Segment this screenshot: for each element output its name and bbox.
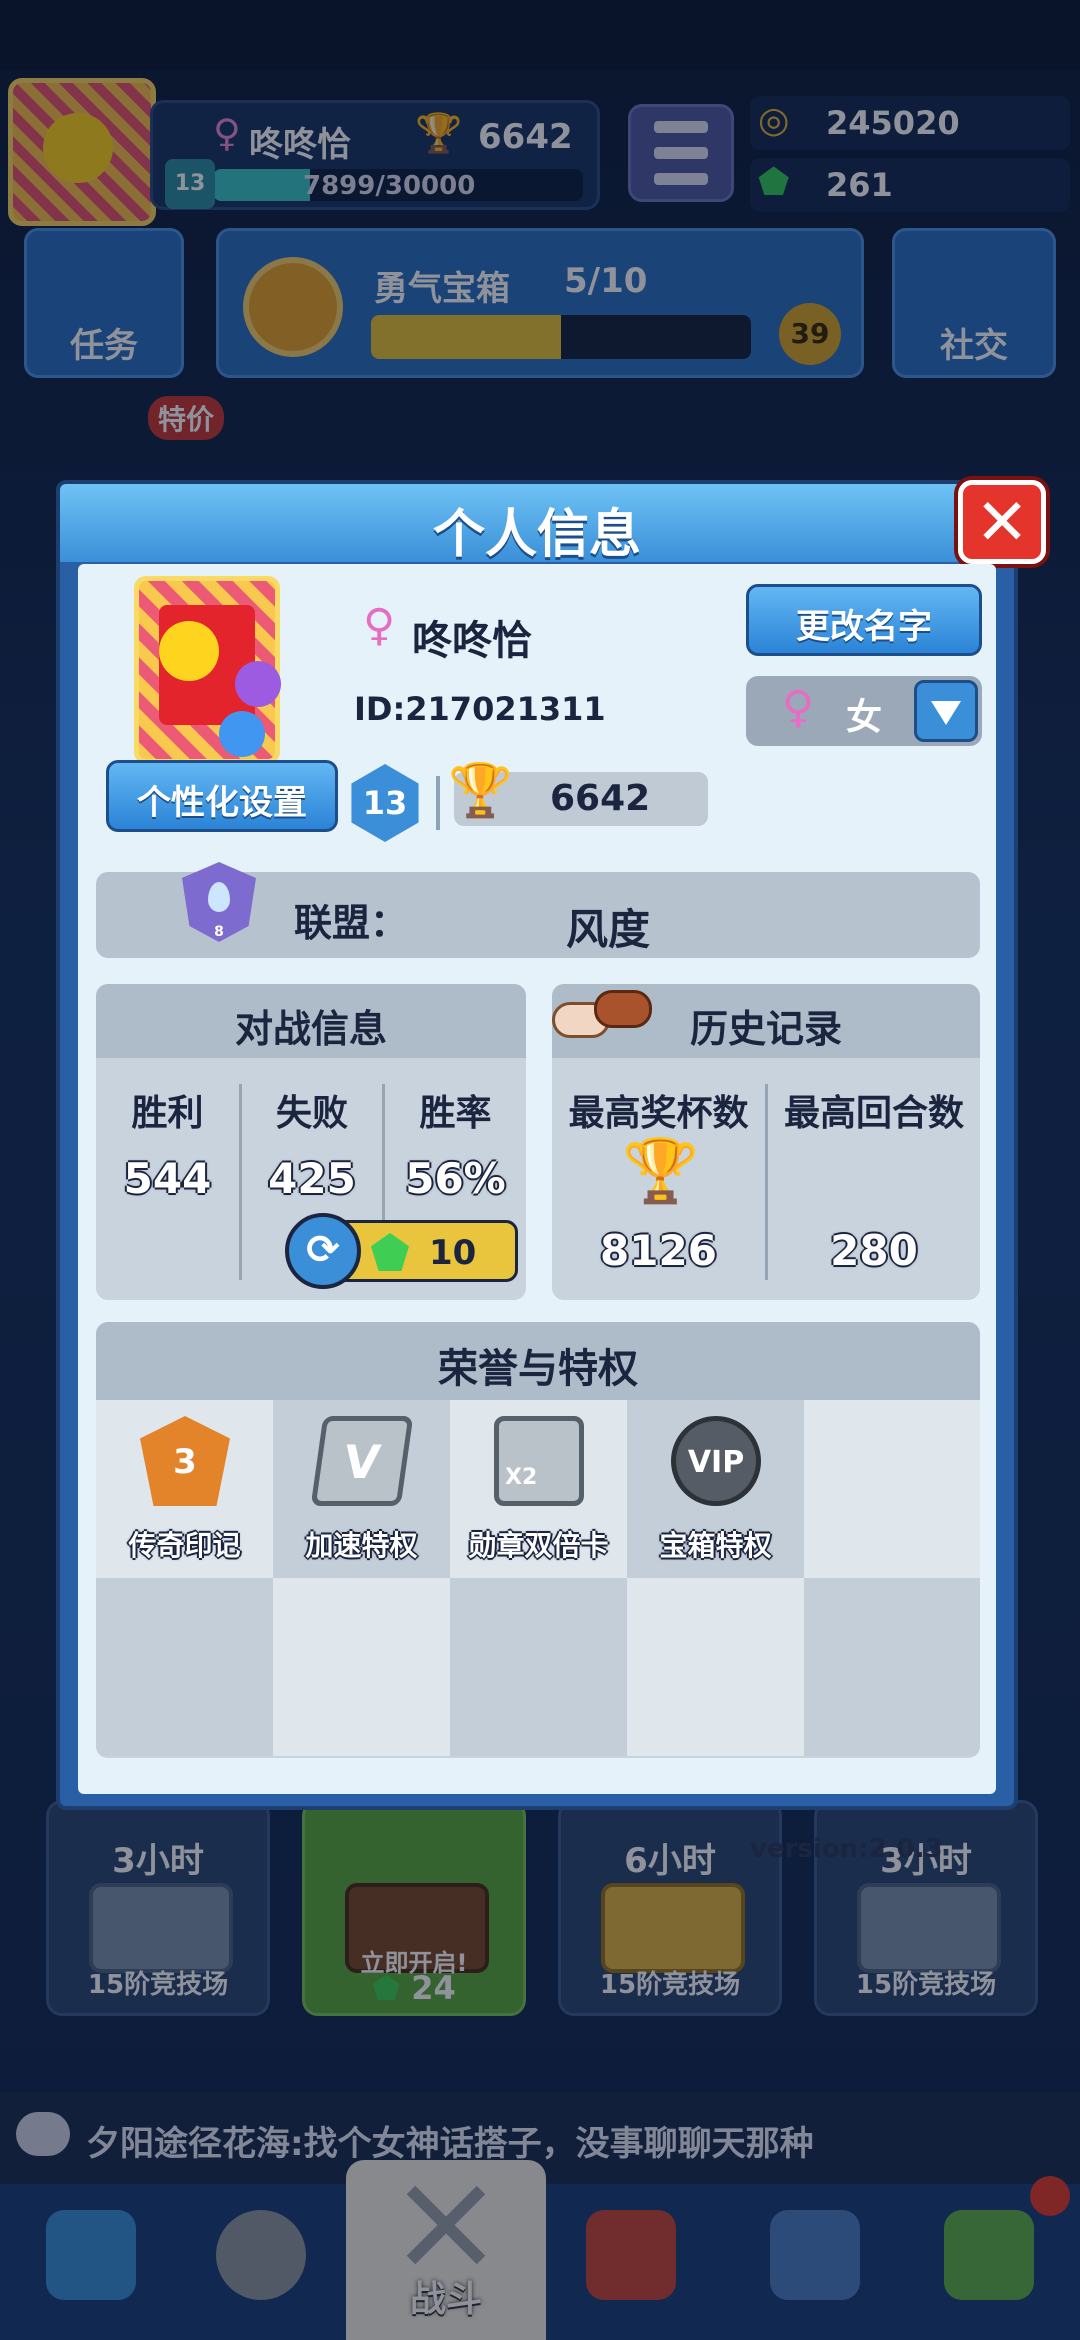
honor-empty-slot	[96, 1578, 273, 1756]
trophy-value: 6642	[550, 778, 651, 819]
refresh-icon: ⟳	[285, 1213, 361, 1289]
honor-label: 加速特权	[305, 1529, 418, 1562]
winrate-label: 胜率	[419, 1093, 492, 1134]
legend-badge-icon: 3	[140, 1416, 230, 1506]
battle-info-title: 对战信息	[234, 1007, 387, 1051]
gender-select[interactable]: ♀ 女	[746, 676, 982, 746]
customize-label: 个性化设置	[137, 783, 307, 823]
rename-label: 更改名字	[796, 607, 932, 647]
refresh-stats-button[interactable]: ⟳ 10	[285, 1213, 518, 1289]
rename-button[interactable]: 更改名字	[746, 584, 982, 656]
history-card: 历史记录 最高奖杯数 最高回合数 🏆 8126 280	[552, 984, 980, 1300]
honor-empty-slot	[273, 1578, 450, 1756]
dropdown-arrow-icon[interactable]	[914, 680, 978, 742]
max-rounds-value: 280	[830, 1226, 918, 1275]
duck-avatar-icon	[159, 621, 219, 681]
battle-info-card: 对战信息 胜利 544 失败 425 胜率 56% ⟳ 10	[96, 984, 526, 1300]
honor-chest-perk[interactable]: VIP 宝箱特权	[627, 1400, 804, 1578]
honor-legend-mark[interactable]: 3 传奇印记	[96, 1400, 273, 1578]
alliance-label: 联盟：	[294, 901, 409, 945]
speed-card-letter: V	[340, 1435, 384, 1489]
wins-stat: 胜利 544	[96, 1084, 239, 1203]
vip-text: VIP	[687, 1445, 745, 1480]
version-label: version:2.0.3	[750, 1834, 943, 1864]
honor-empty-slot	[627, 1578, 804, 1756]
modal-title: 个人信息	[432, 505, 641, 565]
medal-card-multiplier: X2	[505, 1465, 538, 1490]
honor-label: 勋章双倍卡	[468, 1529, 609, 1562]
max-trophies-stat: 最高奖杯数	[552, 1084, 765, 1136]
water-drop-icon	[208, 882, 230, 912]
refresh-cost: 10	[429, 1233, 477, 1273]
max-trophies-value: 8126	[600, 1226, 717, 1275]
medal-double-card-icon: X2	[494, 1416, 584, 1506]
purple-blob-icon	[235, 661, 281, 707]
winrate-value: 56%	[405, 1154, 506, 1203]
honor-medal-double[interactable]: X2 勋章双倍卡	[450, 1400, 627, 1578]
losses-value: 425	[268, 1154, 356, 1203]
wins-label: 胜利	[131, 1093, 204, 1134]
level-badge: 13	[351, 764, 419, 842]
legend-badge-number: 3	[173, 1442, 197, 1482]
losses-stat: 失败 425	[242, 1084, 382, 1203]
blue-blob-icon	[219, 711, 265, 757]
wins-value: 544	[123, 1154, 212, 1203]
divider	[436, 776, 440, 830]
level-value: 13	[362, 784, 408, 822]
alliance-level: 8	[214, 924, 224, 940]
female-icon: ♀	[363, 600, 396, 651]
vip-icon: VIP	[671, 1416, 761, 1506]
honor-label: 传奇印记	[128, 1529, 241, 1562]
hand-right	[594, 990, 652, 1028]
player-id: ID:217021311	[354, 690, 606, 728]
profile-panel: 个性化设置 ♀ 咚咚恰 ID:217021311 13 🏆 6642 更改名字 …	[78, 564, 996, 1864]
alliance-name: 风度	[566, 905, 651, 954]
honors-title: 荣誉与特权	[438, 1346, 638, 1392]
honor-empty-slot	[804, 1578, 980, 1756]
refresh-arrows: ⟳	[306, 1227, 340, 1273]
max-trophies-label: 最高奖杯数	[568, 1093, 749, 1134]
player-name: 咚咚恰	[412, 618, 532, 664]
max-rounds-stat: 最高回合数	[768, 1084, 980, 1136]
honor-speed-perk[interactable]: V 加速特权	[273, 1400, 450, 1578]
losses-label: 失败	[275, 1093, 348, 1134]
gem-icon	[371, 1233, 409, 1271]
speed-card-icon: V	[310, 1416, 414, 1506]
trophy-icon: 🏆	[622, 1134, 700, 1207]
gender-value: 女	[846, 697, 883, 738]
female-icon: ♀	[782, 682, 815, 733]
alliance-row[interactable]: 8 联盟： 风度	[96, 862, 980, 958]
battle-info-header: 对战信息	[96, 984, 526, 1058]
alliance-emblem-icon: 8	[182, 862, 256, 942]
trophy-icon: 🏆	[448, 761, 513, 821]
honors-card: 荣誉与特权 3 传奇印记 V 加速特权 X2 勋章双倍卡 VIP 宝箱特权	[96, 1322, 980, 1758]
max-rounds-label: 最高回合数	[783, 1093, 964, 1134]
trophy-box: 🏆 6642	[448, 761, 708, 826]
customize-button[interactable]: 个性化设置	[106, 760, 338, 832]
honors-header: 荣誉与特权	[96, 1322, 980, 1400]
close-button[interactable]: ✕	[958, 480, 1046, 564]
profile-avatar	[134, 576, 281, 764]
profile-modal: 个人信息 ✕ 个性化设置 ♀ 咚咚恰 ID:217021311 13 🏆 664…	[56, 480, 1046, 1864]
close-icon: ✕	[975, 486, 1029, 560]
honor-label: 宝箱特权	[659, 1529, 772, 1562]
modal-header: 个人信息	[60, 484, 1014, 565]
honor-empty-slot	[450, 1578, 627, 1756]
honor-empty-slot	[804, 1400, 980, 1578]
winrate-stat: 胜率 56%	[385, 1084, 526, 1203]
